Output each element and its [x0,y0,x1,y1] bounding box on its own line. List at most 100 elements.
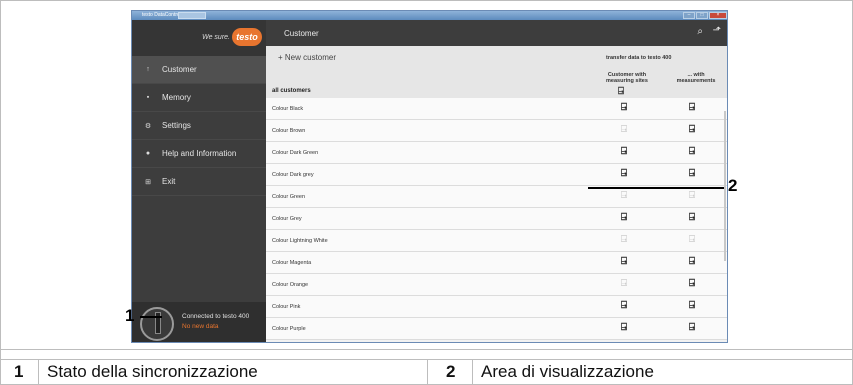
customer-row[interactable]: Colour Magenta ⍈ ⍈ [266,252,727,274]
transfer-sites-icon[interactable]: ⍈ [621,168,627,179]
customer-row[interactable]: Colour Pink ⍈ ⍈ [266,296,727,318]
customer-name: Colour Lightning White [272,238,328,244]
customer-row[interactable]: Colour Purple ⍈ ⍈ [266,318,727,340]
transfer-sites-icon[interactable]: ⍈ [621,146,627,157]
customer-row[interactable]: Colour Green ⍈ ⍈ [266,186,727,208]
sidebar-item-memory[interactable]: ▪ Memory [132,84,266,112]
divider [38,359,39,385]
new-customer-button[interactable]: + New customer [278,53,336,62]
sidebar-nav: ↑ Customer ▪ Memory ⚙ Settings ● Help and Infor… [132,56,266,196]
memory-icon: ▪ [146,94,150,101]
sidebar-item-settings[interactable]: ⚙ Settings [132,112,266,140]
customer-row[interactable]: Colour Dark grey ⍈ ⍈ [266,164,727,186]
transfer-measurements-icon[interactable]: ⍈ [689,168,695,179]
transfer-sites-icon[interactable]: ⍈ [621,278,627,289]
customer-name: Colour Black [272,106,304,112]
sidebar-item-help-and-information[interactable]: ● Help and Information [132,140,266,168]
search-icon[interactable]: ⌕ [697,26,703,37]
list-header: + New customer transfer data to testo 40… [266,46,727,98]
transfer-measurements-icon[interactable]: ⍈ [689,256,695,267]
customer-name: Colour Purple [272,326,306,332]
sidebar-item-label: Customer [162,65,197,74]
customer-row[interactable]: Colour Grey ⍈ ⍈ [266,208,727,230]
transfer-measurements-icon[interactable]: ⍈ [689,212,695,223]
column-header-sites: Customer with measuring sites [606,72,648,84]
divider [0,349,853,350]
sidebar-item-customer[interactable]: ↑ Customer [132,56,266,84]
exit-icon: ⊞ [145,178,151,186]
testo-logo: testo [232,28,262,46]
transfer-measurements-icon[interactable]: ⍈ [689,124,695,135]
customer-name: Colour Pink [272,304,301,310]
close-button[interactable]: × [709,12,727,19]
legend-number-1: 1 [14,362,24,381]
transfer-sites-icon[interactable]: ⍈ [621,212,627,223]
page-header: Customer ⌕ ⬏ [266,20,727,46]
transfer-sites-icon[interactable]: ⍈ [621,300,627,311]
customer-name: Colour Brown [272,128,306,134]
connection-status[interactable]: Connected to testo 400 No new data [132,302,266,342]
sidebar-item-label: Help and Information [162,149,237,158]
transfer-measurements-icon[interactable]: ⍈ [689,190,695,201]
transfer-sites-icon[interactable]: ⍈ [621,102,627,113]
customer-name: Colour Dark Green [272,150,319,156]
title-tab[interactable] [178,12,206,19]
transfer-label: transfer data to testo 400 [606,55,672,61]
legend-text-2: Area di visualizzazione [481,362,654,381]
maximize-button[interactable]: □ [696,12,708,19]
customer-row[interactable]: Colour Orange ⍈ ⍈ [266,274,727,296]
help-icon: ● [145,150,151,157]
window-controls: – □ × [683,12,727,19]
window-title: testo DataControl [142,12,181,18]
customer-name: Colour Grey [272,216,302,222]
person-icon: ↑ [146,66,150,73]
transfer-measurements-icon[interactable]: ⍈ [689,300,695,311]
callout-number-1: 1 [125,306,135,325]
legend-text-1: Stato della sincronizzazione [47,362,258,381]
divider [427,359,428,385]
page-title: Customer [284,29,319,38]
customer-row[interactable]: Colour Lightning White ⍈ ⍈ [266,230,727,252]
gear-icon: ⚙ [144,122,152,130]
main-panel: Customer ⌕ ⬏ + New customer transfer dat… [266,20,727,342]
sidebar-item-label: Settings [162,121,191,130]
customer-list: Colour Black ⍈ ⍈ Colour Brown ⍈ ⍈ Colour Dark … [266,98,727,340]
transfer-measurements-icon[interactable]: ⍈ [689,102,695,113]
legend-number-2: 2 [446,362,456,381]
customer-row[interactable]: Colour Brown ⍈ ⍈ [266,120,727,142]
minimize-button[interactable]: – [683,12,695,19]
transfer-measurements-icon[interactable]: ⍈ [689,234,695,245]
brand-slogan: We sure. [202,34,230,41]
callout-line-2 [588,187,724,189]
callout-line-1 [140,316,162,318]
all-customers-label: all customers [272,88,311,94]
transfer-sites-icon[interactable]: ⍈ [621,190,627,201]
customer-name: Colour Green [272,194,306,200]
transfer-measurements-icon[interactable]: ⍈ [689,146,695,157]
export-icon[interactable]: ⬏ [713,25,721,36]
transfer-measurements-icon[interactable]: ⍈ [689,322,695,333]
customer-name: Colour Dark grey [272,172,314,178]
connection-subtext: No new data [182,323,219,330]
sidebar-item-label: Memory [162,93,191,102]
app-window: testo DataControl – □ × We sure. testo ↑… [131,10,728,343]
divider [472,359,473,385]
sidebar-item-label: Exit [162,177,176,186]
transfer-sites-icon[interactable]: ⍈ [621,234,627,245]
transfer-all-icon[interactable]: ⍈ [618,86,624,97]
column-header-measurements: ... with measurements [676,72,716,84]
customer-row[interactable]: Colour Black ⍈ ⍈ [266,98,727,120]
transfer-sites-icon[interactable]: ⍈ [621,256,627,267]
sidebar: We sure. testo ↑ Customer ▪ Memory ⚙ Settings… [132,20,266,342]
scrollbar[interactable] [724,111,726,261]
transfer-sites-icon[interactable]: ⍈ [621,322,627,333]
sidebar-item-exit[interactable]: ⊞ Exit [132,168,266,196]
transfer-sites-icon[interactable]: ⍈ [621,124,627,135]
callout-number-2: 2 [728,176,738,195]
customer-name: Colour Orange [272,282,309,288]
sync-status-indicator[interactable] [140,307,174,341]
transfer-measurements-icon[interactable]: ⍈ [689,278,695,289]
customer-row[interactable]: Colour Dark Green ⍈ ⍈ [266,142,727,164]
brand-area: We sure. testo [132,20,266,56]
customer-name: Colour Magenta [272,260,312,266]
